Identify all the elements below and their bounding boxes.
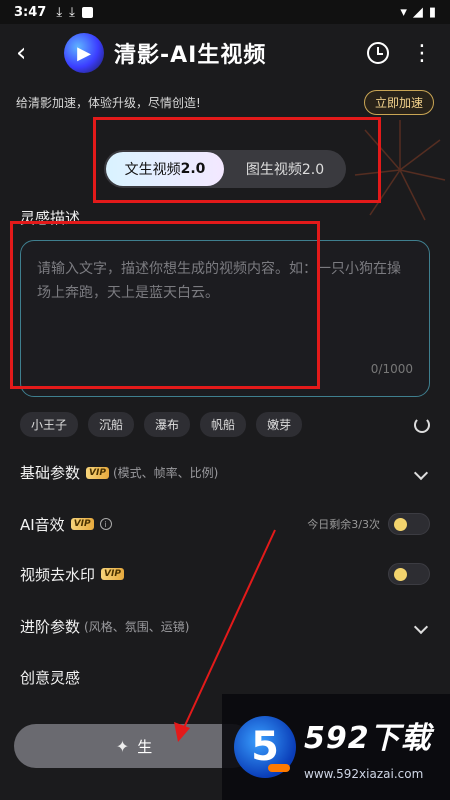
chip-suggestion[interactable]: 瀑布 (144, 412, 191, 437)
signal-icon: ◢ (412, 4, 423, 20)
info-icon[interactable]: i (99, 518, 112, 530)
advanced-params-sub: (风格、氛围、运镜) (84, 620, 190, 634)
status-bar: 3:47 ⤓ ⤓ ▾ ◢ ▮ (0, 0, 450, 24)
basic-params-title: 基础参数 (20, 464, 81, 482)
ai-audio-row: AI音效 VIP i 今日剩余3/3次 (20, 513, 430, 535)
site-title: 592下载 (304, 721, 432, 756)
site-watermark: 5 592下载 www.592xiazai.com (222, 694, 450, 800)
basic-params-sub: (模式、帧率、比例) (112, 466, 219, 480)
ai-audio-toggle[interactable] (388, 513, 430, 535)
refresh-icon[interactable] (414, 416, 430, 433)
system-icons: ▾ ◢ ▮ (400, 5, 436, 20)
generate-label: 生 (137, 737, 153, 756)
app-notification-icon (81, 6, 93, 18)
audio-quota: 今日剩余3/3次 (307, 518, 380, 531)
notification-icons: ⤓ ⤓ (56, 5, 93, 20)
download-icon: ⤓ (69, 4, 75, 20)
battery-icon: ▮ (428, 4, 436, 20)
inspiration-title: 创意灵感 (20, 669, 81, 687)
prompt-input[interactable] (37, 257, 413, 367)
basic-params-row[interactable]: 基础参数 VIP (模式、帧率、比例) (20, 462, 430, 483)
tab-text-to-video-label: 文生视频 (124, 162, 181, 178)
app-logo: ▶ (64, 33, 104, 73)
chip-suggestion[interactable]: 帆船 (200, 412, 247, 437)
remove-watermark-row: 视频去水印 VIP (20, 563, 430, 585)
site-logo: 5 (234, 716, 296, 778)
chevron-down-icon (413, 465, 429, 480)
promo-text: 给清影加速，体验升级，尽情创造! (16, 95, 201, 110)
advanced-params-title: 进阶参数 (20, 618, 81, 636)
app-header: ‹ ▶ 清影-AI生视频 ⋮ (0, 24, 450, 82)
chevron-down-icon (413, 619, 429, 634)
remove-watermark-title: 视频去水印 (20, 565, 96, 584)
char-counter: 0/1000 (370, 362, 413, 376)
app-title: 清影-AI生视频 (114, 43, 267, 68)
promo-banner: 给清影加速，体验升级，尽情创造! 立即加速 (0, 86, 450, 118)
more-options-icon[interactable]: ⋮ (411, 41, 434, 66)
tab-text-to-video[interactable]: 文生视频 2.0 (106, 152, 224, 186)
suggestion-chips: 小王子 沉船 瀑布 帆船 嫩芽 (20, 412, 430, 437)
mode-switcher: 文生视频 2.0 图生视频2.0 (104, 150, 346, 188)
vip-badge: VIP (101, 568, 124, 580)
remove-watermark-toggle[interactable] (388, 563, 430, 585)
prompt-box: 0/1000 (20, 240, 430, 397)
download-icon: ⤓ (56, 4, 63, 20)
chip-suggestion[interactable]: 沉船 (88, 412, 135, 437)
ai-audio-title: AI音效 (20, 515, 65, 534)
back-arrow-icon[interactable]: ‹ (16, 38, 46, 68)
status-time: 3:47 (14, 4, 47, 20)
chip-suggestion[interactable]: 嫩芽 (256, 412, 303, 437)
vip-badge: VIP (70, 518, 94, 530)
chip-suggestion[interactable]: 小王子 (20, 412, 79, 437)
tab-version: 2.0 (180, 161, 206, 177)
generate-button[interactable]: ✦ 生 (14, 724, 254, 768)
prompt-label: 灵感描述 (20, 209, 81, 227)
advanced-params-row[interactable]: 进阶参数 (风格、氛围、运镜) (20, 616, 430, 637)
sparkle-icon: ✦ (115, 736, 130, 756)
tab-image-to-video[interactable]: 图生视频2.0 (224, 159, 346, 179)
wifi-icon: ▾ (400, 4, 407, 20)
accelerate-button[interactable]: 立即加速 (363, 89, 434, 115)
site-url: www.592xiazai.com (304, 767, 424, 781)
vip-badge: VIP (86, 466, 109, 479)
history-clock-icon[interactable] (367, 42, 389, 64)
